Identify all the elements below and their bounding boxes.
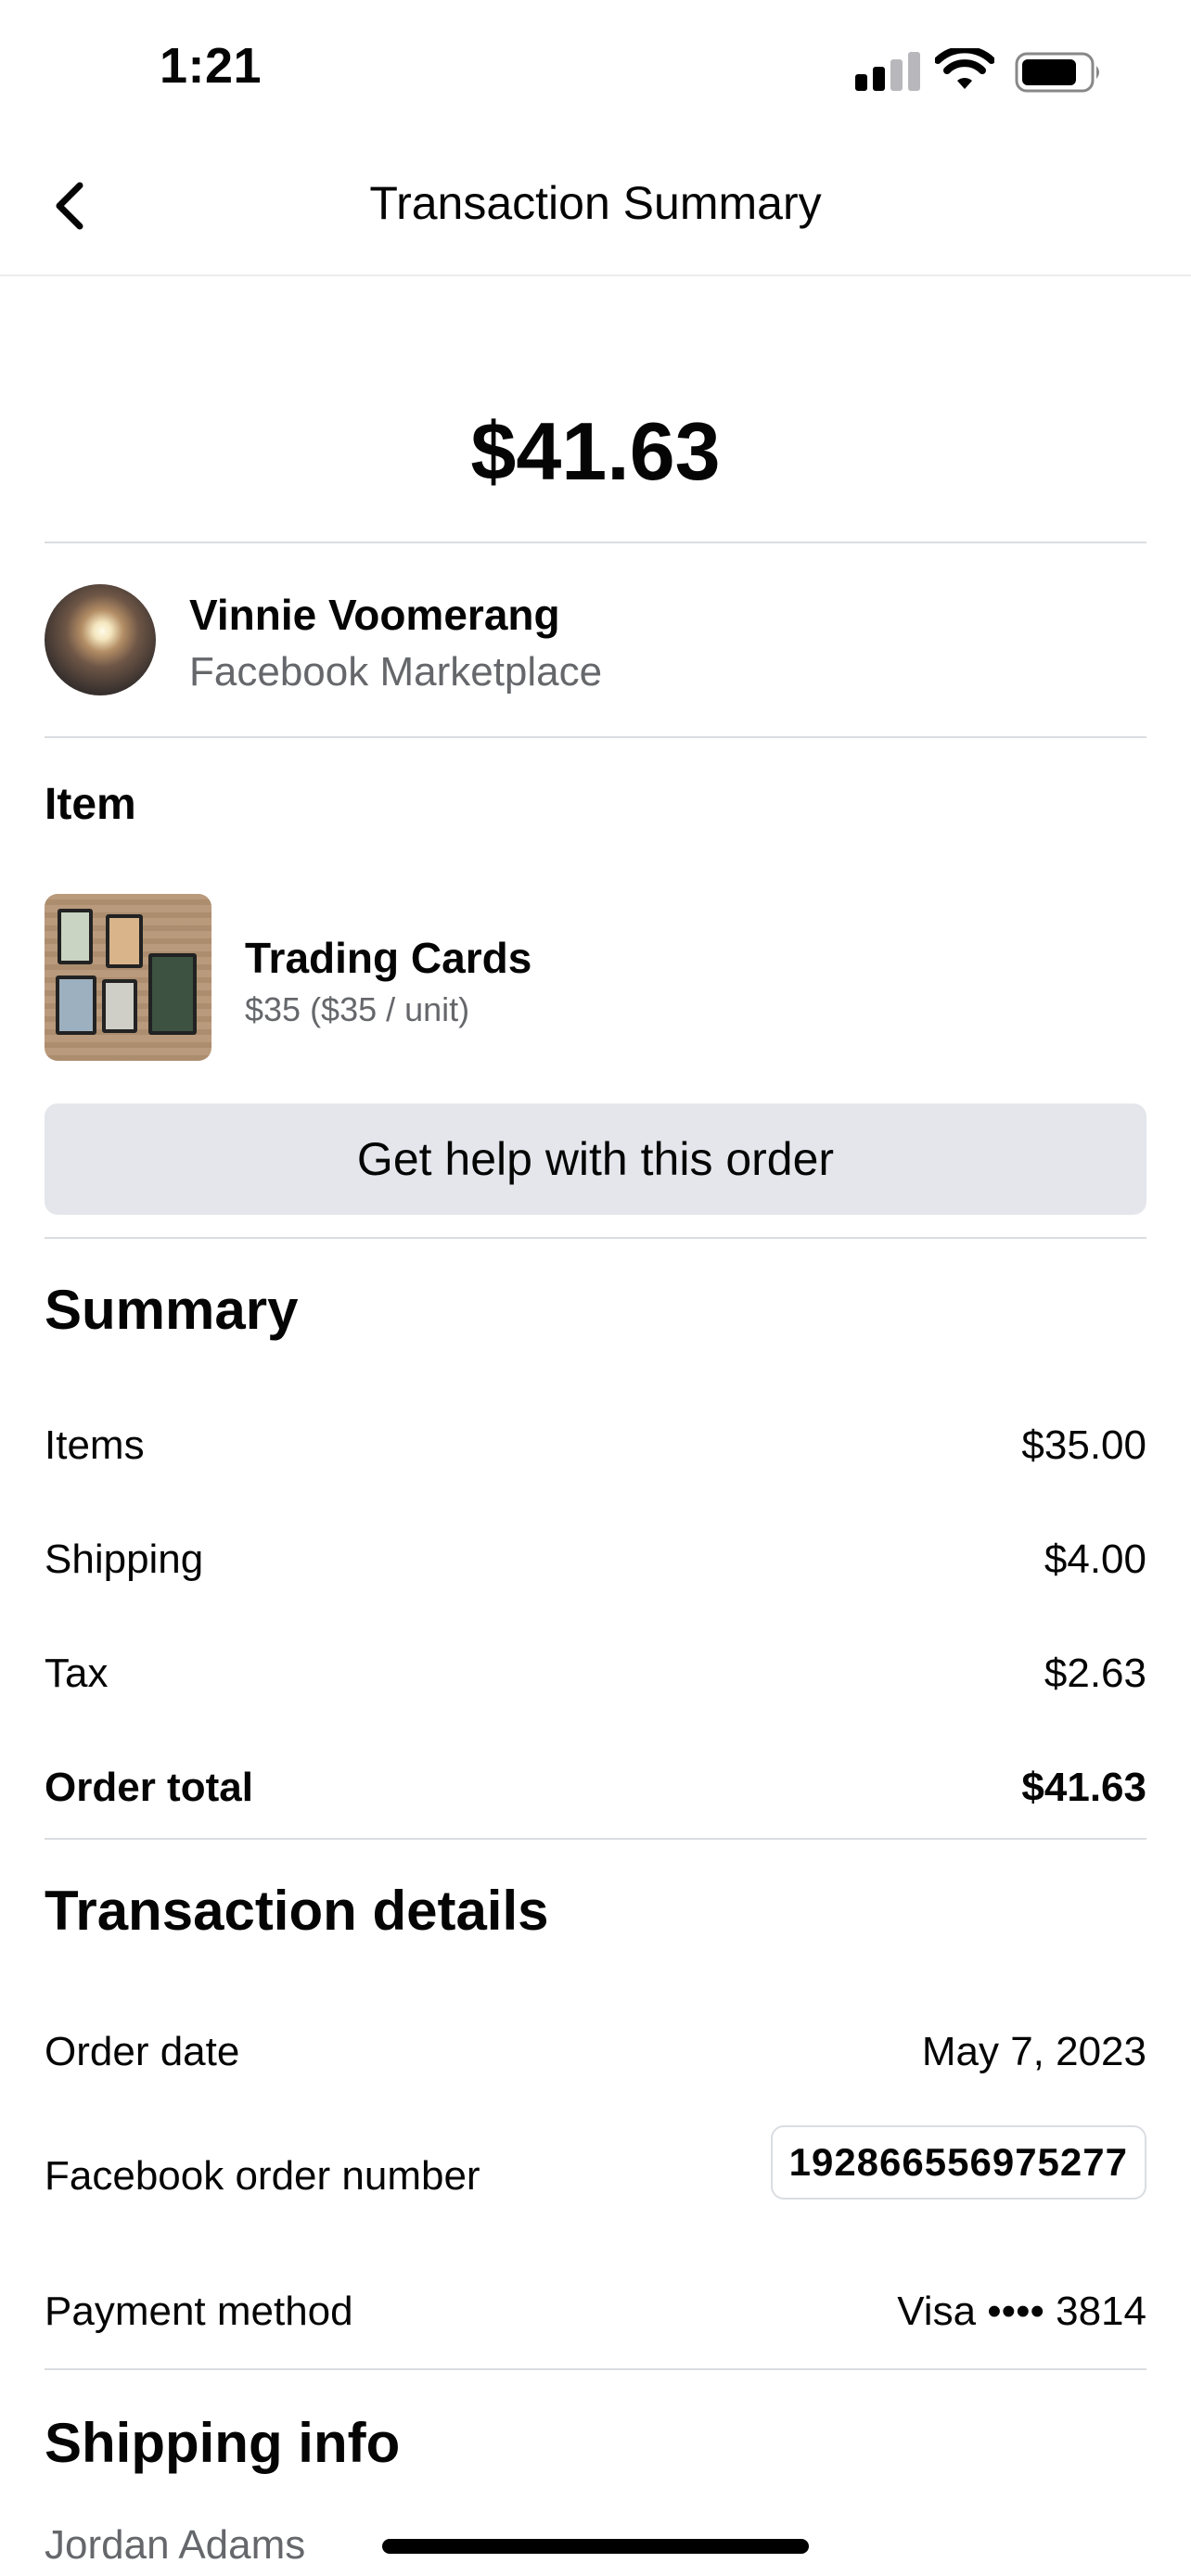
item-name: Trading Cards — [245, 934, 532, 982]
total-amount: $41.63 — [470, 405, 721, 497]
divider — [45, 736, 1146, 738]
order-date-value: May 7, 2023 — [921, 2029, 1146, 2074]
order-number-label: Facebook order number — [45, 2153, 480, 2199]
seller-avatar[interactable] — [45, 584, 156, 695]
order-total-label: Order total — [45, 1765, 253, 1810]
summary-value: $35.00 — [1021, 1422, 1146, 1468]
status-time: 1:21 — [160, 38, 263, 94]
nav-header: Transaction Summary — [0, 139, 1191, 276]
order-total-value: $41.63 — [1021, 1765, 1146, 1810]
divider — [45, 1237, 1146, 1239]
seller-name[interactable]: Vinnie Voomerang — [189, 590, 560, 640]
item-section-title: Item — [45, 780, 136, 829]
cellular-signal-icon — [855, 52, 920, 91]
divider — [45, 542, 1146, 543]
summary-value: $2.63 — [1044, 1651, 1146, 1696]
payment-method-row: Payment method Visa •••• 3814 — [45, 2289, 1146, 2344]
get-help-button[interactable]: Get help with this order — [45, 1103, 1146, 1215]
divider — [45, 2368, 1146, 2370]
summary-value: $4.00 — [1044, 1537, 1146, 1582]
seller-source: Facebook Marketplace — [189, 649, 603, 695]
summary-label: Items — [45, 1422, 145, 1468]
shipping-info-title: Shipping info — [45, 2412, 401, 2474]
payment-method-value: Visa •••• 3814 — [897, 2289, 1146, 2334]
summary-label: Tax — [45, 1651, 109, 1696]
shipping-name: Jordan Adams — [45, 2522, 306, 2568]
home-indicator[interactable] — [382, 2539, 809, 2554]
summary-row-order-total: Order total $41.63 — [45, 1765, 1146, 1820]
order-date-label: Order date — [45, 2029, 240, 2074]
summary-row-tax: Tax $2.63 — [45, 1651, 1146, 1706]
summary-label: Shipping — [45, 1537, 204, 1582]
divider — [45, 1838, 1146, 1840]
wifi-icon — [935, 48, 994, 89]
item-thumbnail[interactable] — [45, 894, 211, 1061]
payment-method-label: Payment method — [45, 2289, 353, 2334]
item-price: $35 ($35 / unit) — [245, 990, 470, 1028]
summary-title: Summary — [45, 1279, 299, 1341]
page-title: Transaction Summary — [369, 177, 822, 229]
order-number-row: Facebook order number 192866556975277 — [45, 2125, 1146, 2209]
order-number-value[interactable]: 192866556975277 — [770, 2125, 1146, 2200]
order-date-row: Order date May 7, 2023 — [45, 2029, 1146, 2085]
status-bar: 1:21 — [0, 0, 1191, 139]
summary-row-items: Items $35.00 — [45, 1422, 1146, 1478]
battery-icon — [1015, 52, 1099, 93]
transaction-details-title: Transaction details — [45, 1880, 549, 1942]
summary-row-shipping: Shipping $4.00 — [45, 1537, 1146, 1592]
